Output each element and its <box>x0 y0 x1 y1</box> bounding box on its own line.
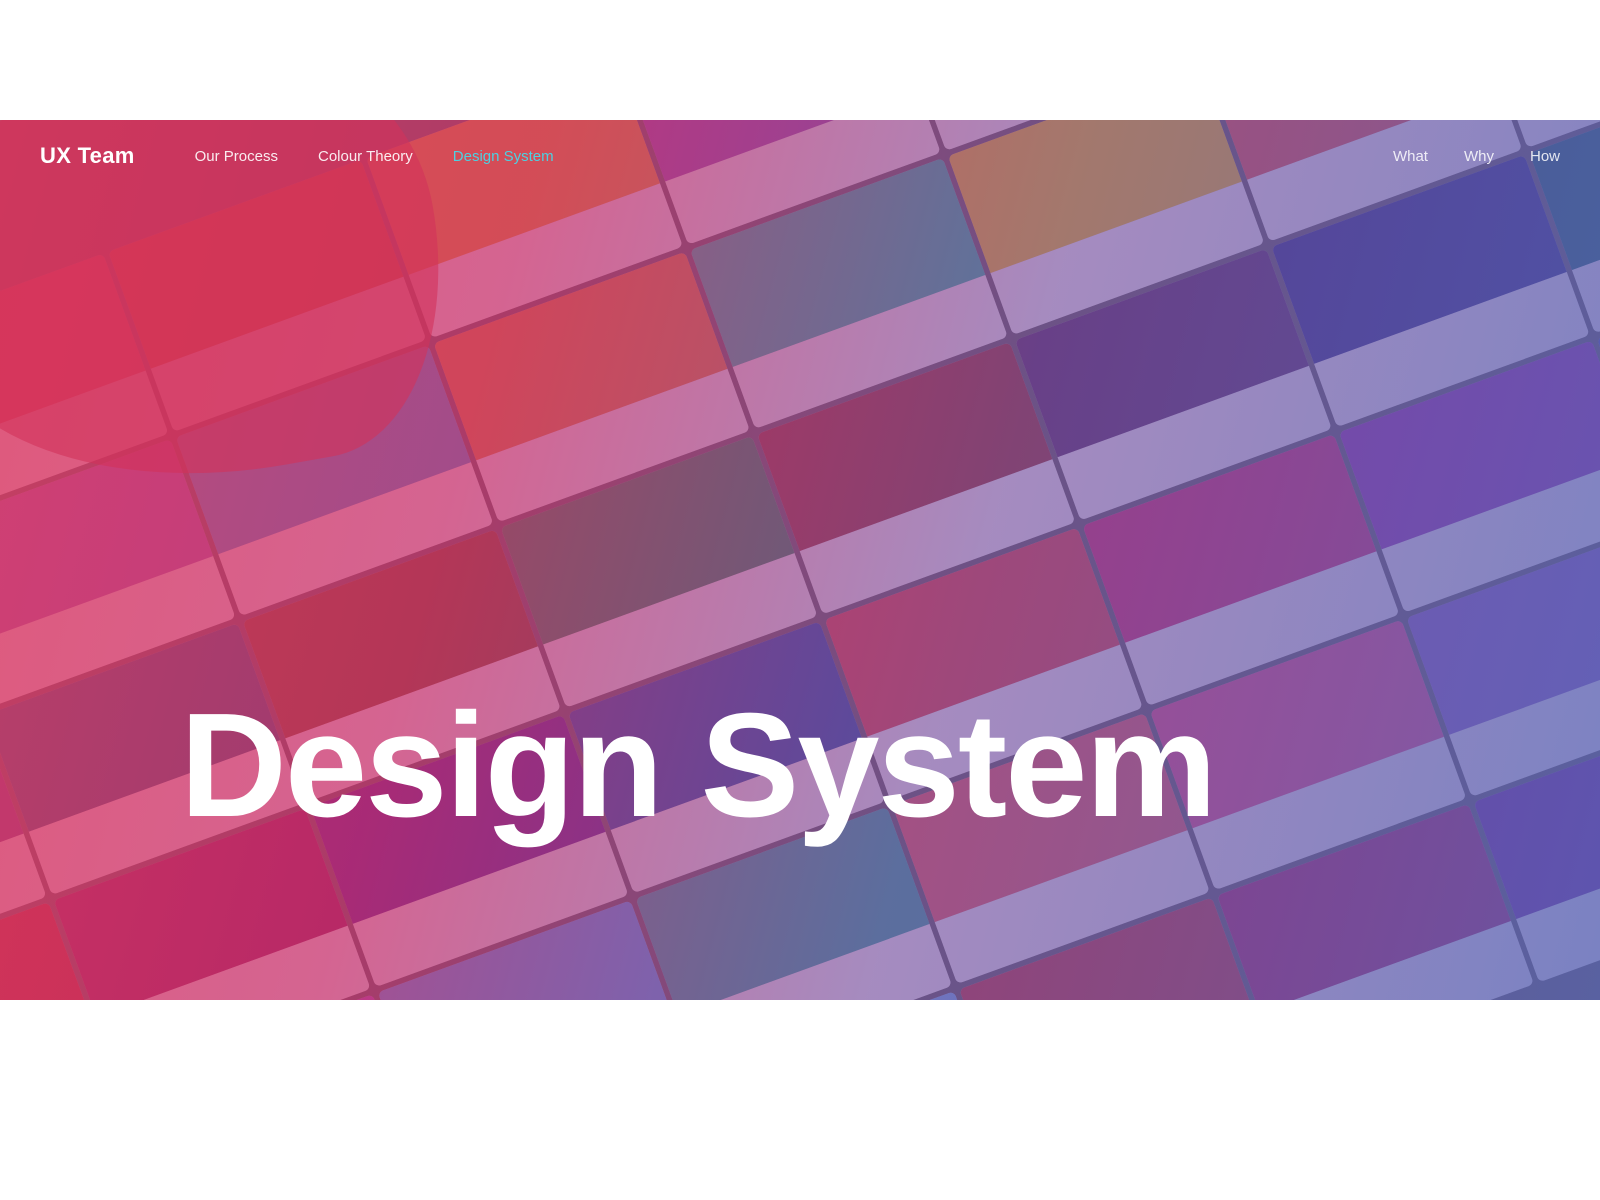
bottom-white-bar <box>0 1000 1600 1200</box>
nav-link-what[interactable]: What <box>1393 148 1428 165</box>
hero-title: Design System <box>180 692 1420 840</box>
nav-logo: UX Team <box>40 143 135 169</box>
nav-link-why[interactable]: Why <box>1464 148 1494 165</box>
nav-link-colour-theory[interactable]: Colour Theory <box>318 148 413 165</box>
nav-links-left: Our Process Colour Theory Design System <box>195 148 1393 165</box>
nav-link-our-process[interactable]: Our Process <box>195 148 278 165</box>
hero-content: Design System <box>0 692 1600 840</box>
nav-link-how[interactable]: How <box>1530 148 1560 165</box>
top-white-bar <box>0 0 1600 120</box>
navbar: UX Team Our Process Colour Theory Design… <box>0 120 1600 192</box>
nav-link-design-system[interactable]: Design System <box>453 148 554 165</box>
hero-section: UX Team Our Process Colour Theory Design… <box>0 120 1600 1000</box>
nav-links-right: What Why How <box>1393 148 1560 165</box>
